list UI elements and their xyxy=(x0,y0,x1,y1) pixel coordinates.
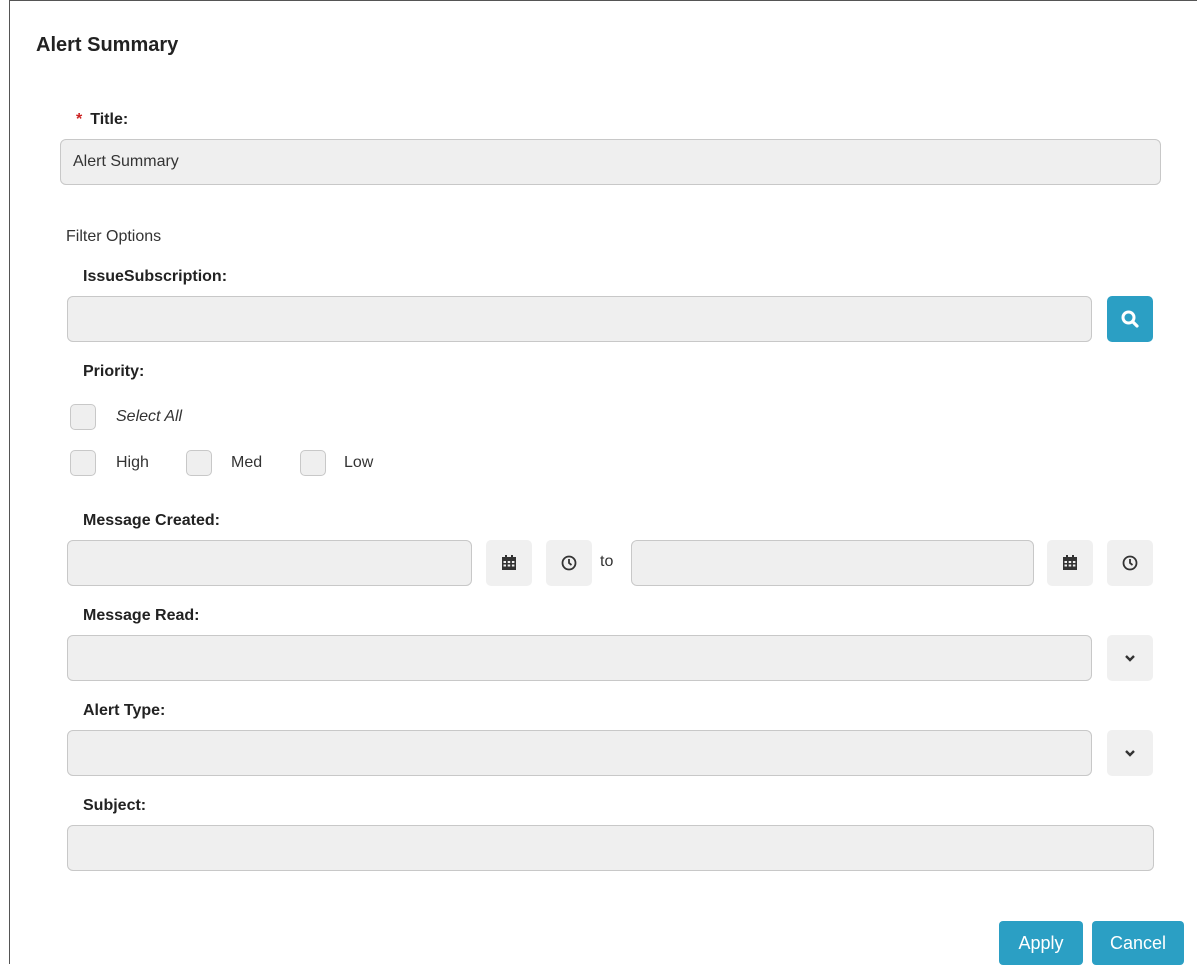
title-label-text: Title: xyxy=(90,111,129,128)
priority-high-checkbox[interactable] xyxy=(70,450,96,476)
priority-med-checkbox[interactable] xyxy=(186,450,212,476)
issue-subscription-search-button[interactable] xyxy=(1107,296,1153,342)
select-all-label: Select All xyxy=(116,408,183,425)
message-created-label: Message Created: xyxy=(83,512,220,529)
priority-med-label: Med xyxy=(231,454,263,471)
issue-subscription-input[interactable] xyxy=(67,296,1092,342)
from-date-picker-button[interactable] xyxy=(486,540,532,586)
subject-input[interactable] xyxy=(67,825,1154,871)
chevron-down-icon xyxy=(1125,655,1135,662)
date-range-to-label: to xyxy=(600,553,614,570)
search-icon xyxy=(1121,310,1139,328)
apply-button[interactable]: Apply xyxy=(999,921,1083,965)
select-all-checkbox[interactable] xyxy=(70,404,96,430)
chevron-down-icon xyxy=(1125,750,1135,757)
from-time-picker-button[interactable] xyxy=(546,540,592,586)
priority-high-label: High xyxy=(116,454,149,471)
cancel-button[interactable]: Cancel xyxy=(1092,921,1184,965)
issue-subscription-label: IssueSubscription: xyxy=(83,268,228,285)
filter-options-heading: Filter Options xyxy=(66,228,162,245)
message-read-label: Message Read: xyxy=(83,607,200,624)
alert-type-label: Alert Type: xyxy=(83,702,166,719)
to-time-picker-button[interactable] xyxy=(1107,540,1153,586)
priority-label: Priority: xyxy=(83,363,145,380)
calendar-icon xyxy=(502,555,516,570)
message-created-from-input[interactable] xyxy=(67,540,472,586)
calendar-icon xyxy=(1063,555,1077,570)
clock-icon xyxy=(1122,555,1138,571)
message-created-to-input[interactable] xyxy=(631,540,1034,586)
priority-low-checkbox[interactable] xyxy=(300,450,326,476)
dialog-title: Alert Summary xyxy=(36,34,179,56)
required-marker: * xyxy=(76,111,83,128)
message-read-dropdown-button[interactable] xyxy=(1107,635,1153,681)
to-date-picker-button[interactable] xyxy=(1047,540,1093,586)
alert-type-select[interactable] xyxy=(67,730,1092,776)
message-read-select[interactable] xyxy=(67,635,1092,681)
title-input[interactable] xyxy=(60,139,1161,185)
clock-icon xyxy=(561,555,577,571)
priority-low-label: Low xyxy=(344,454,374,471)
subject-label: Subject: xyxy=(83,797,147,814)
alert-type-dropdown-button[interactable] xyxy=(1107,730,1153,776)
title-label: * Title: xyxy=(76,111,128,129)
